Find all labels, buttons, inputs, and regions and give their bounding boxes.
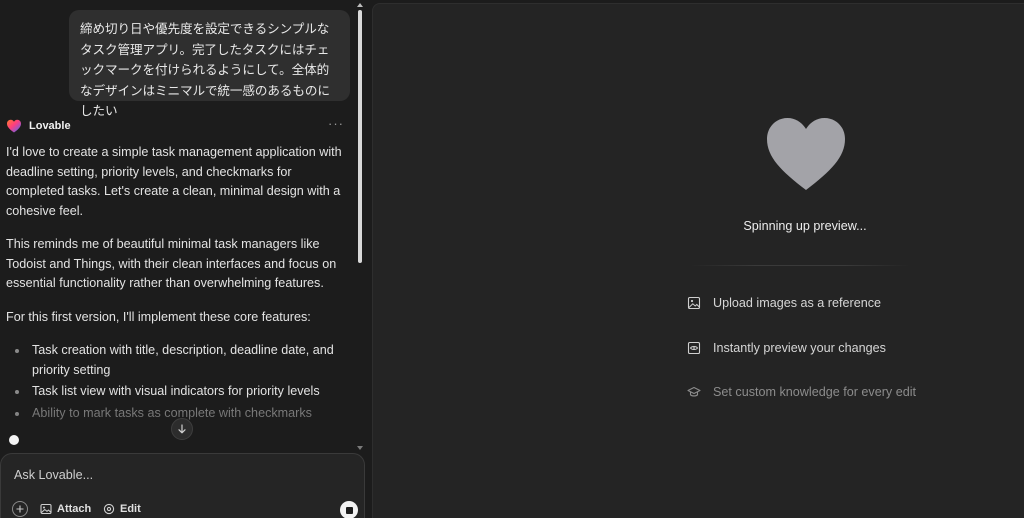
plus-icon [16, 505, 24, 513]
attach-label: Attach [57, 503, 92, 515]
tip-text: Set custom knowledge for every edit [713, 385, 917, 399]
preview-status-wrap: Spinning up preview... [0, 219, 1024, 233]
scroll-to-bottom-button[interactable] [171, 418, 193, 440]
eye-icon [687, 341, 701, 355]
preview-status: Spinning up preview... [743, 219, 867, 233]
lovable-logo-icon [7, 119, 21, 133]
scroll-down-arrow-icon[interactable] [357, 446, 363, 450]
feature-item: Task creation with title, description, d… [6, 341, 350, 380]
graduation-cap-icon [687, 386, 701, 397]
user-message-text: 締め切り日や優先度を設定できるシンプルなタスク管理アプリ。完了したタスクにはチェ… [80, 21, 330, 118]
tip-instant-preview: Instantly preview your changes [687, 340, 886, 356]
prompt-input[interactable] [14, 468, 314, 482]
user-message-bubble: 締め切り日や優先度を設定できるシンプルなタスク管理アプリ。完了したタスクにはチェ… [69, 10, 350, 118]
attach-button[interactable]: Attach [40, 501, 91, 517]
more-options-button[interactable]: ··· [328, 116, 344, 131]
assistant-header: Lovable ··· [6, 116, 350, 134]
stop-icon [345, 506, 353, 514]
divider [690, 265, 910, 266]
reply-paragraph: I'd love to create a simple task managem… [6, 145, 342, 218]
tip-text: Instantly preview your changes [713, 341, 886, 355]
target-icon [103, 503, 115, 515]
scroll-up-arrow-icon[interactable] [357, 3, 363, 7]
reply-paragraph: For this first version, I'll implement t… [6, 309, 311, 324]
assistant-reply: I'd love to create a simple task managem… [6, 143, 350, 425]
reply-paragraph: This reminds me of beautiful minimal tas… [6, 237, 337, 290]
stop-generation-button[interactable] [340, 501, 358, 518]
feature-item: Task list view with visual indicators fo… [6, 382, 350, 402]
edit-button[interactable]: Edit [103, 501, 141, 517]
generating-indicator [9, 435, 19, 445]
edit-label: Edit [120, 503, 141, 515]
chat-composer: Attach Edit [0, 453, 365, 518]
preview-panel [372, 3, 1024, 518]
chat-panel: 締め切り日や優先度を設定できるシンプルなタスク管理アプリ。完了したタスクにはチェ… [0, 0, 366, 518]
image-icon [40, 503, 52, 515]
assistant-name: Lovable [29, 120, 71, 132]
heart-icon [767, 118, 845, 190]
tip-text: Upload images as a reference [713, 296, 882, 310]
app-window: 締め切り日や優先度を設定できるシンプルなタスク管理アプリ。完了したタスクにはチェ… [0, 0, 1024, 518]
tip-upload-images: Upload images as a reference [687, 295, 881, 311]
image-icon [687, 296, 701, 310]
add-button[interactable] [12, 501, 28, 517]
feature-list: Task creation with title, description, d… [6, 341, 350, 423]
arrow-down-icon [178, 424, 186, 434]
tip-custom-knowledge: Set custom knowledge for every edit [687, 384, 916, 400]
